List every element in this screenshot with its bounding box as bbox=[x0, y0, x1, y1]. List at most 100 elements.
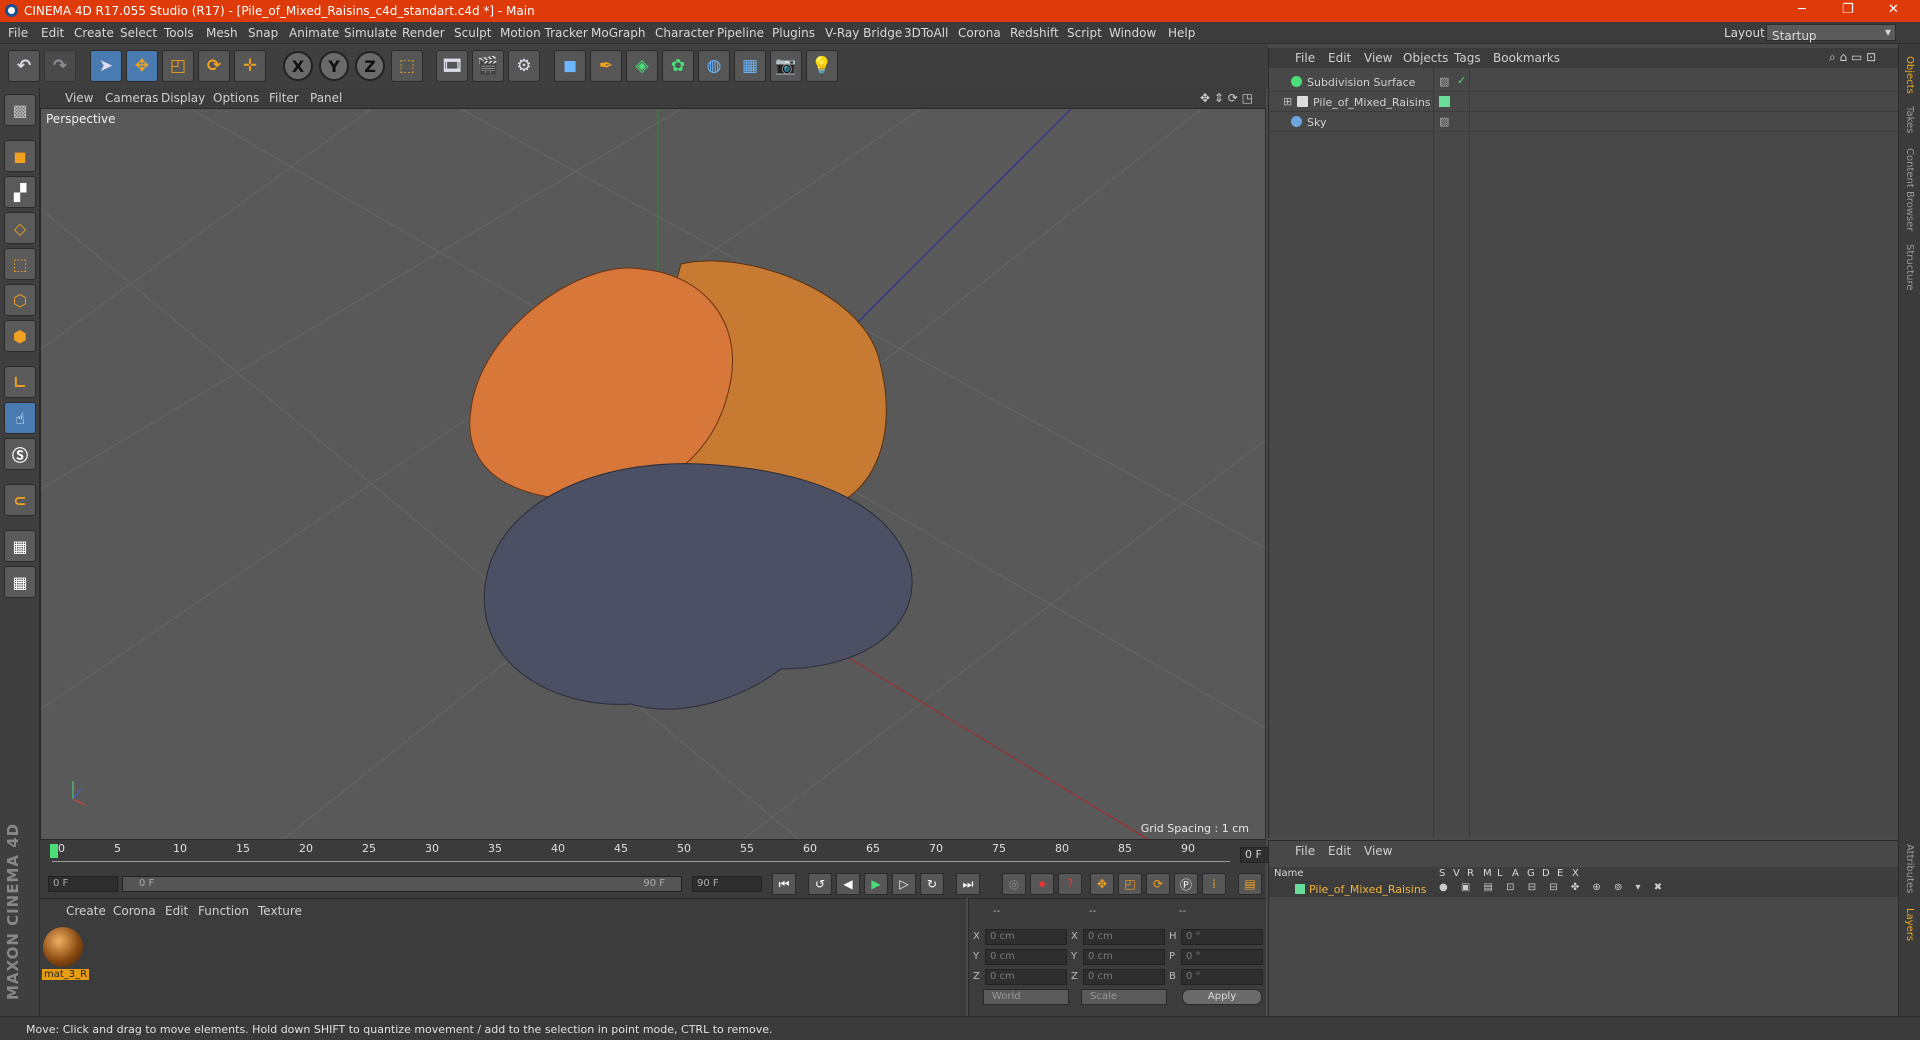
menu-create[interactable]: Create bbox=[74, 26, 114, 40]
points-mode-button[interactable]: ⬚ bbox=[4, 248, 36, 280]
size-y-field[interactable]: 0 cm bbox=[1083, 949, 1165, 965]
start-frame-field[interactable]: 0 F bbox=[48, 876, 118, 892]
menu-sculpt[interactable]: Sculpt bbox=[454, 26, 491, 40]
object-row[interactable]: Sky ▨ bbox=[1269, 112, 1899, 132]
tab-layers[interactable]: Layers bbox=[1904, 908, 1915, 1008]
menu-3dtoall[interactable]: 3DToAll bbox=[904, 26, 948, 40]
mograph-cloner-button[interactable]: ✿ bbox=[662, 50, 694, 82]
viewport-menu-view[interactable]: View bbox=[65, 91, 93, 105]
menu-redshift[interactable]: Redshift bbox=[1010, 26, 1059, 40]
workplane-lock-button[interactable]: ▦ bbox=[4, 530, 36, 562]
end-frame-field[interactable]: 90 F bbox=[692, 876, 762, 892]
rot-p-field[interactable]: 0 ° bbox=[1181, 949, 1263, 965]
y-axis-lock-button[interactable]: Y bbox=[319, 51, 349, 81]
mat-menu-create[interactable]: Create bbox=[66, 904, 106, 918]
pos-x-field[interactable]: 0 cm bbox=[985, 929, 1067, 945]
previous-frame-button[interactable]: ◀ bbox=[836, 873, 860, 895]
playhead[interactable] bbox=[50, 844, 58, 858]
menu-animate[interactable]: Animate bbox=[289, 26, 339, 40]
menu-pipeline[interactable]: Pipeline bbox=[717, 26, 764, 40]
go-to-end-button[interactable]: ⏭ bbox=[956, 873, 980, 895]
layer-menu-edit[interactable]: Edit bbox=[1328, 844, 1351, 858]
menu-mograph[interactable]: MoGraph bbox=[591, 26, 646, 40]
next-frame-button[interactable]: ▷ bbox=[892, 873, 916, 895]
menu-motion-tracker[interactable]: Motion Tracker bbox=[500, 26, 588, 40]
layer-color-swatch[interactable] bbox=[1295, 884, 1305, 894]
search-icon[interactable]: ⌕ ⌂ ▭ ⊡ bbox=[1829, 50, 1876, 65]
tweak-mode-button[interactable]: ☝ bbox=[4, 402, 36, 434]
workplane-mode-button[interactable]: ◇ bbox=[4, 212, 36, 244]
render-view-button[interactable]: 🎞 bbox=[436, 50, 468, 82]
obj-menu-tags[interactable]: Tags bbox=[1454, 51, 1481, 65]
floor-environment-button[interactable]: ▦ bbox=[734, 50, 766, 82]
undo-button[interactable]: ↶ bbox=[8, 50, 40, 82]
layer-row[interactable]: Pile_of_Mixed_Raisins ● ▣ ▤ ⊡ ⊟ ⊟ ✤ ⊕ ⊚ … bbox=[1269, 881, 1899, 897]
viewport-menu-panel[interactable]: Panel bbox=[310, 91, 342, 105]
layer-color-swatch[interactable] bbox=[1439, 96, 1450, 107]
pos-z-field[interactable]: 0 cm bbox=[985, 969, 1067, 985]
quantize-button[interactable]: ▦ bbox=[4, 566, 36, 598]
record-keys-button[interactable]: ◎ bbox=[1002, 873, 1026, 895]
key-scale-button[interactable]: ◰ bbox=[1118, 873, 1142, 895]
layer-name[interactable]: Pile_of_Mixed_Raisins bbox=[1309, 883, 1427, 896]
key-pla-button[interactable]: ⁞ bbox=[1202, 873, 1226, 895]
timeline-window-button[interactable]: ▤ bbox=[1238, 873, 1262, 895]
menu-vray-bridge[interactable]: V-Ray Bridge bbox=[825, 26, 902, 40]
scale-tool-button[interactable]: ◰ bbox=[162, 50, 194, 82]
visibility-dots-icon[interactable]: ▨ bbox=[1439, 75, 1449, 88]
autokey-button[interactable]: ⏺ bbox=[1030, 873, 1054, 895]
menu-render[interactable]: Render bbox=[402, 26, 445, 40]
redo-button[interactable]: ↷ bbox=[44, 50, 76, 82]
previous-key-button[interactable]: ↺ bbox=[808, 873, 832, 895]
render-picture-viewer-button[interactable]: 🎬 bbox=[472, 50, 504, 82]
obj-menu-bookmarks[interactable]: Bookmarks bbox=[1493, 51, 1560, 65]
polygons-mode-button[interactable]: ⬢ bbox=[4, 320, 36, 352]
obj-menu-file[interactable]: File bbox=[1295, 51, 1315, 65]
menu-window[interactable]: Window bbox=[1109, 26, 1156, 40]
menu-edit[interactable]: Edit bbox=[41, 26, 64, 40]
go-to-start-button[interactable]: ⏮ bbox=[772, 873, 796, 895]
timeline-ruler[interactable]: 0 5 10 15 20 25 30 35 40 45 50 55 60 65 … bbox=[40, 840, 1302, 870]
live-selection-button[interactable]: ➤ bbox=[90, 50, 122, 82]
viewport-menu-display[interactable]: Display bbox=[161, 91, 205, 105]
material-thumbnail[interactable] bbox=[43, 927, 83, 967]
layer-toggles-icon[interactable]: ● ▣ ▤ ⊡ ⊟ ⊟ ✤ ⊕ ⊚ ▾ ✖ bbox=[1439, 882, 1667, 893]
menu-select[interactable]: Select bbox=[120, 26, 157, 40]
move-tool-button[interactable]: ✥ bbox=[126, 50, 158, 82]
object-row[interactable]: ⊞ Pile_of_Mixed_Raisins bbox=[1269, 92, 1899, 112]
x-axis-lock-button[interactable]: X bbox=[283, 51, 313, 81]
tab-content-browser[interactable]: Content Browser bbox=[1904, 148, 1915, 248]
keyframe-selection-button[interactable]: ? bbox=[1058, 873, 1082, 895]
axis-mode-button[interactable]: ∟ bbox=[4, 366, 36, 398]
subdivision-surface-button[interactable]: ◈ bbox=[626, 50, 658, 82]
solo-button[interactable]: Ⓢ bbox=[4, 438, 36, 470]
menu-snap[interactable]: Snap bbox=[248, 26, 278, 40]
close-button[interactable]: ✕ bbox=[1888, 2, 1899, 17]
rot-b-field[interactable]: 0 ° bbox=[1181, 969, 1263, 985]
key-parameter-button[interactable]: Ⓟ bbox=[1174, 873, 1198, 895]
mat-menu-corona[interactable]: Corona bbox=[113, 904, 156, 918]
rot-h-field[interactable]: 0 ° bbox=[1181, 929, 1263, 945]
menu-tools[interactable]: Tools bbox=[164, 26, 194, 40]
cube-object-button[interactable]: ◼ bbox=[554, 50, 586, 82]
menu-mesh[interactable]: Mesh bbox=[206, 26, 238, 40]
size-z-field[interactable]: 0 cm bbox=[1083, 969, 1165, 985]
rotate-tool-button[interactable]: ⟳ bbox=[198, 50, 230, 82]
menu-simulate[interactable]: Simulate bbox=[344, 26, 397, 40]
render-settings-button[interactable]: ⚙ bbox=[508, 50, 540, 82]
play-button[interactable]: ▶ bbox=[864, 873, 888, 895]
camera-button[interactable]: 📷 bbox=[770, 50, 802, 82]
snapping-button[interactable]: ⊂ bbox=[4, 484, 36, 516]
menu-script[interactable]: Script bbox=[1067, 26, 1102, 40]
apply-button[interactable]: Apply bbox=[1182, 989, 1262, 1005]
viewport-menu-cameras[interactable]: Cameras bbox=[105, 91, 158, 105]
pos-y-field[interactable]: 0 cm bbox=[985, 949, 1067, 965]
checkmark-icon[interactable]: ✓ bbox=[1457, 74, 1466, 87]
light-button[interactable]: 💡 bbox=[806, 50, 838, 82]
expand-icon[interactable]: ⊞ bbox=[1283, 95, 1292, 108]
obj-menu-edit[interactable]: Edit bbox=[1328, 51, 1351, 65]
key-position-button[interactable]: ✥ bbox=[1090, 873, 1114, 895]
menu-file[interactable]: File bbox=[8, 26, 28, 40]
menu-plugins[interactable]: Plugins bbox=[772, 26, 815, 40]
layer-menu-view[interactable]: View bbox=[1364, 844, 1392, 858]
